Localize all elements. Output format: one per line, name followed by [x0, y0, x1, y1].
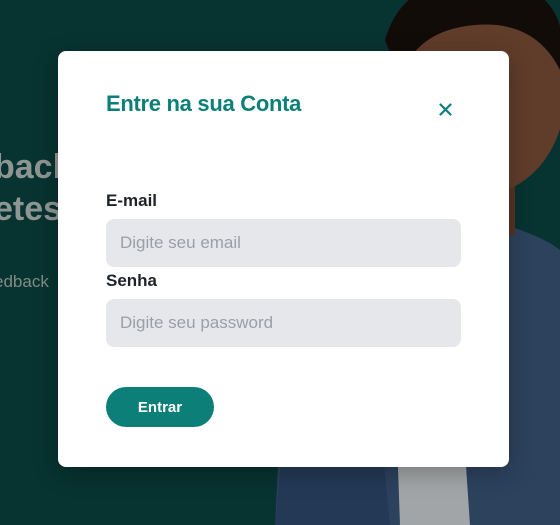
login-button[interactable]: Entrar	[106, 387, 214, 427]
login-modal: Entre na sua Conta E-mail Senha Entrar	[58, 51, 509, 467]
email-label: E-mail	[106, 191, 158, 210]
close-icon	[438, 102, 452, 116]
close-button[interactable]	[432, 96, 458, 122]
password-field[interactable]	[106, 299, 461, 347]
email-field[interactable]	[106, 219, 461, 267]
password-label: Senha	[106, 271, 158, 290]
modal-title: Entre na sua Conta	[106, 91, 302, 116]
